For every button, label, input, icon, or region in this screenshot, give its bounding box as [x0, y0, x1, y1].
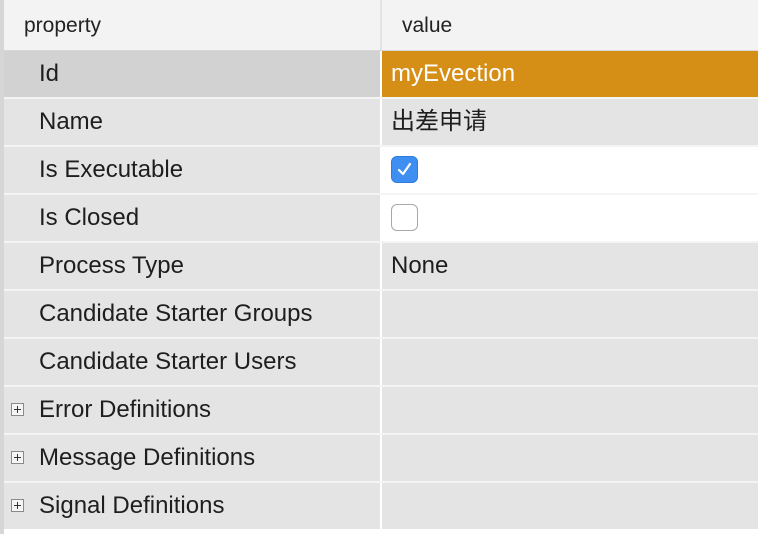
property-label: Name: [39, 108, 104, 135]
property-cell[interactable]: Candidate Starter Groups: [4, 291, 380, 337]
name-value[interactable]: 出差申请: [391, 99, 487, 145]
expand-plus-icon[interactable]: [11, 499, 24, 512]
header-property[interactable]: property: [24, 0, 101, 51]
expand-plus-icon[interactable]: [11, 451, 24, 464]
property-label: Candidate Starter Users: [39, 348, 297, 375]
process-type-value[interactable]: None: [391, 243, 448, 289]
value-cell[interactable]: [382, 291, 758, 337]
row-candidate-starter-users[interactable]: Candidate Starter Users: [4, 339, 758, 385]
row-is-closed[interactable]: Is Closed: [4, 195, 758, 241]
property-cell[interactable]: Signal Definitions: [4, 483, 380, 529]
property-label: Error Definitions: [39, 396, 212, 423]
property-cell[interactable]: Name: [4, 99, 380, 145]
id-value[interactable]: myEvection: [391, 51, 515, 97]
property-cell[interactable]: Error Definitions: [4, 387, 380, 433]
value-cell[interactable]: [382, 387, 758, 433]
property-label: Process Type: [39, 252, 184, 279]
row-candidate-starter-groups[interactable]: Candidate Starter Groups: [4, 291, 758, 337]
property-label: Is Closed: [39, 204, 140, 231]
property-cell[interactable]: Is Closed: [4, 195, 380, 241]
value-cell[interactable]: None: [382, 243, 758, 289]
value-cell[interactable]: [382, 435, 758, 481]
row-message-definitions[interactable]: Message Definitions: [4, 435, 758, 481]
row-name[interactable]: Name 出差申请: [4, 99, 758, 145]
property-cell[interactable]: Process Type: [4, 243, 380, 289]
property-cell[interactable]: Candidate Starter Users: [4, 339, 380, 385]
row-signal-definitions[interactable]: Signal Definitions: [4, 483, 758, 529]
row-error-definitions[interactable]: Error Definitions: [4, 387, 758, 433]
property-cell[interactable]: Id: [4, 51, 380, 97]
property-cell[interactable]: Message Definitions: [4, 435, 380, 481]
is-closed-checkbox[interactable]: [391, 204, 418, 231]
is-executable-checkbox[interactable]: [391, 156, 418, 183]
property-label: Message Definitions: [39, 444, 256, 471]
header-value[interactable]: value: [402, 0, 452, 51]
value-cell[interactable]: myEvection: [382, 51, 758, 97]
checkmark-icon: [397, 162, 412, 176]
value-cell[interactable]: [382, 339, 758, 385]
column-divider[interactable]: [380, 0, 382, 50]
property-label: Signal Definitions: [39, 492, 225, 519]
row-process-type[interactable]: Process Type None: [4, 243, 758, 289]
grid-header: property value: [4, 0, 758, 51]
property-label: Is Executable: [39, 156, 184, 183]
value-cell[interactable]: 出差申请: [382, 99, 758, 145]
value-cell[interactable]: [382, 195, 758, 241]
value-cell[interactable]: [382, 483, 758, 529]
row-id[interactable]: Id myEvection: [4, 51, 758, 97]
value-cell[interactable]: [382, 147, 758, 193]
property-cell[interactable]: Is Executable: [4, 147, 380, 193]
property-label: Id: [39, 60, 60, 87]
expand-plus-icon[interactable]: [11, 403, 24, 416]
row-is-executable[interactable]: Is Executable: [4, 147, 758, 193]
property-grid: property value Id myEvection Name 出差申请 I…: [0, 0, 758, 534]
property-label: Candidate Starter Groups: [39, 300, 313, 327]
